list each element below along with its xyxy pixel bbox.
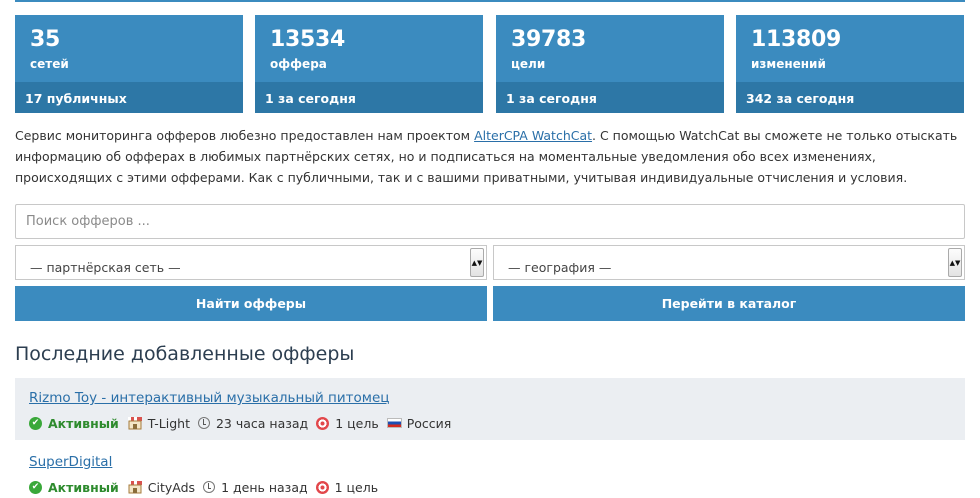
offer-geo: Россия (406, 415, 452, 431)
clock-icon (203, 481, 216, 493)
clock-icon (197, 417, 210, 429)
target-icon (316, 416, 330, 430)
offer-time: 23 часа назад (215, 415, 309, 431)
stat-label: изменений (751, 57, 826, 71)
offer-goals: 1 цель (335, 415, 379, 431)
top-accent-line (15, 0, 965, 2)
offer-status: Активный (48, 479, 119, 495)
network-select-value: — партнёрская сеть — (30, 260, 181, 275)
shop-icon (127, 416, 143, 430)
geo-select[interactable]: — география — ▲▼ (493, 245, 965, 280)
stat-changes: 113809 изменений 342 за сегодня (736, 15, 964, 113)
offer-network: T-Light (147, 415, 190, 431)
target-icon (315, 480, 329, 494)
russia-flag-icon (386, 418, 402, 428)
altercpa-watchcat-link[interactable]: AlterCPA WatchCat (474, 128, 592, 143)
check-icon: ✔ (29, 416, 42, 430)
check-icon: ✔ (29, 480, 42, 494)
stat-value: 39783 (511, 27, 587, 52)
stats-panel: 35 сетей 17 публичных 13534 оффера 1 за … (15, 15, 965, 113)
offer-title-link[interactable]: SuperDigital (29, 454, 112, 470)
stat-networks: 35 сетей 17 публичных (15, 15, 243, 113)
select-arrow-icon[interactable]: ▲▼ (948, 248, 962, 277)
network-select[interactable]: — партнёрская сеть — ▲▼ (15, 245, 487, 280)
offer-meta: ✔ Активный T-Light 23 часа назад 1 цель … (29, 414, 951, 432)
stat-footer: 1 за сегодня (255, 82, 483, 113)
offer-meta: ✔ Активный CityAds 1 день назад 1 цель (29, 478, 951, 496)
stat-goals: 39783 цели 1 за сегодня (496, 15, 724, 113)
stat-label: сетей (30, 57, 69, 71)
offer-goals: 1 цель (334, 479, 379, 495)
stat-label: оффера (270, 57, 327, 71)
geo-select-value: — география — (508, 260, 612, 275)
offer-title-link[interactable]: Rizmo Toy - интерактивный музыкальный пи… (29, 390, 389, 406)
stat-footer: 17 публичных (15, 82, 243, 113)
find-offers-button[interactable]: Найти офферы (15, 286, 487, 321)
description-text: Сервис мониторинга офферов любезно предо… (15, 128, 475, 143)
offer-status: Активный (48, 415, 119, 431)
shop-icon (127, 480, 143, 494)
stat-footer: 342 за сегодня (736, 82, 964, 113)
stat-value: 13534 (270, 27, 346, 52)
select-arrow-icon[interactable]: ▲▼ (470, 248, 484, 277)
go-to-catalog-button[interactable]: Перейти в каталог (493, 286, 965, 321)
offer-item: Rizmo Toy - интерактивный музыкальный пи… (15, 378, 965, 440)
stat-value: 113809 (751, 27, 842, 52)
stat-label: цели (511, 57, 546, 71)
service-description: Сервис мониторинга офферов любезно предо… (15, 125, 967, 188)
section-title: Последние добавленные офферы (15, 343, 355, 365)
stat-footer: 1 за сегодня (496, 82, 724, 113)
offer-item: SuperDigital ✔ Активный CityAds 1 день н… (15, 442, 965, 498)
offer-network: CityAds (147, 479, 196, 495)
stat-offers: 13534 оффера 1 за сегодня (255, 15, 483, 113)
offer-time: 1 день назад (221, 479, 308, 495)
stat-value: 35 (30, 27, 61, 52)
offer-search-input[interactable] (15, 204, 965, 239)
